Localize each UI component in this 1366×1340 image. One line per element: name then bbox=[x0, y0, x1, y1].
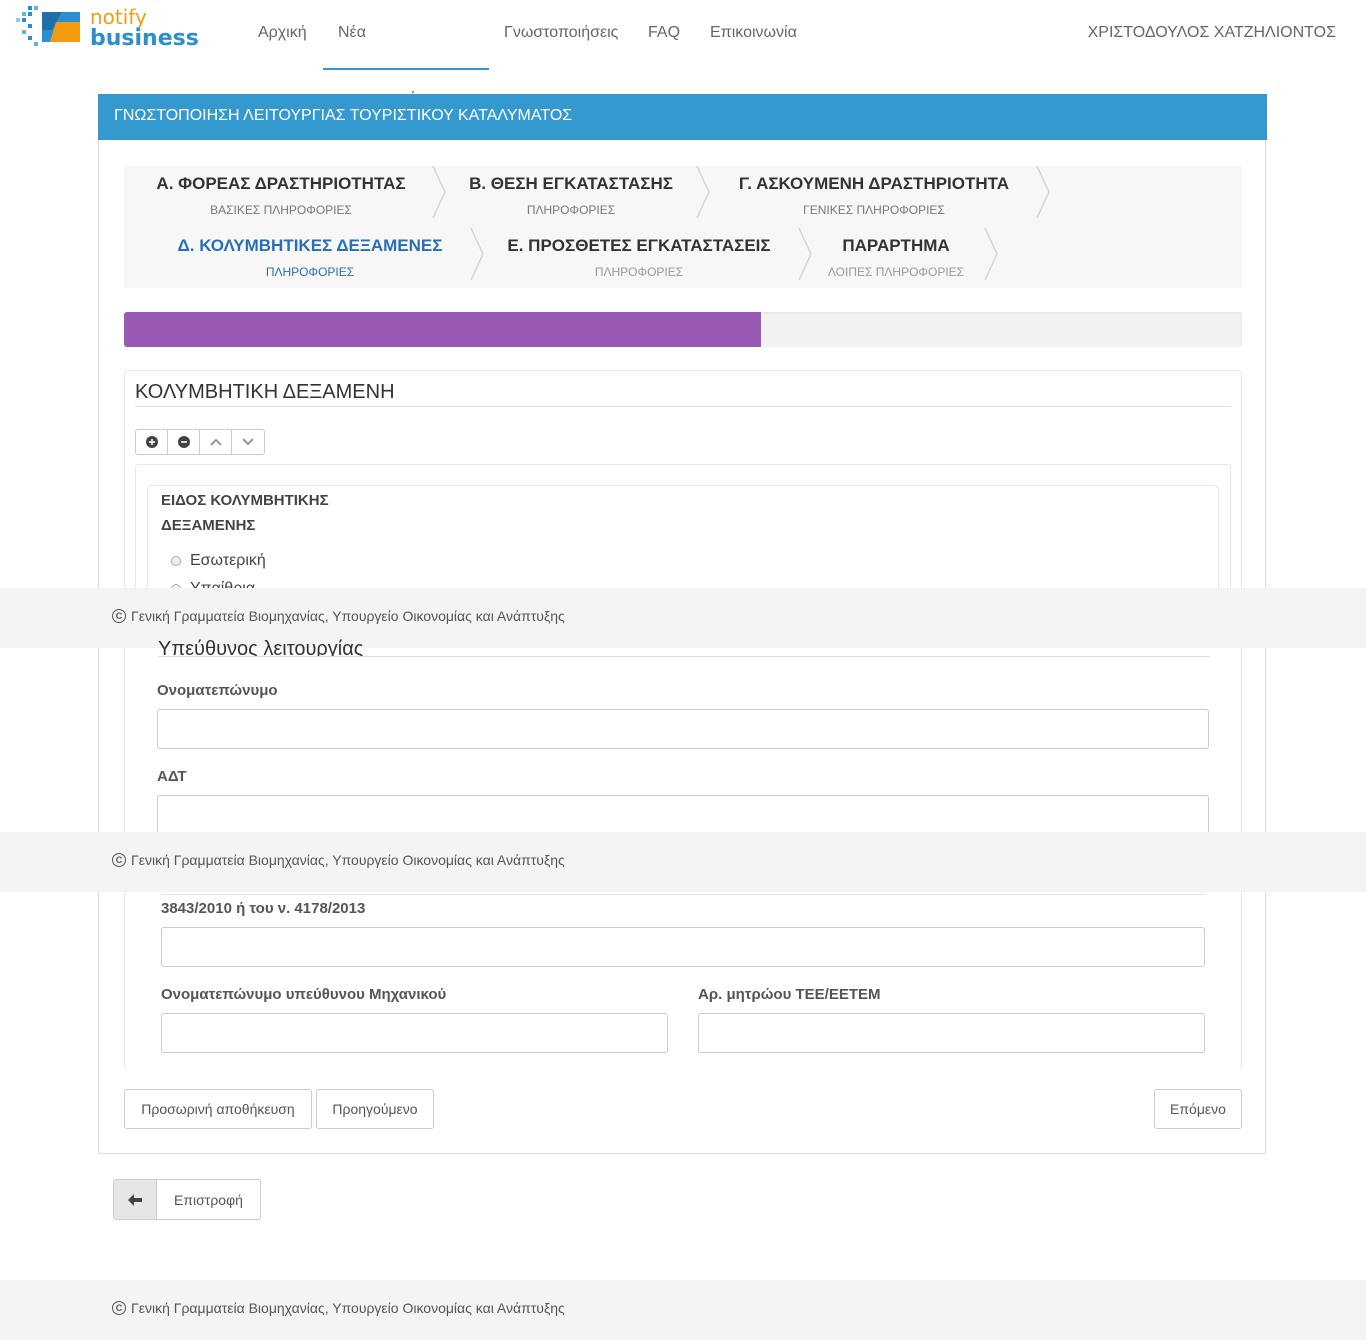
progress-track bbox=[124, 312, 1242, 347]
remove-item-button[interactable] bbox=[168, 430, 200, 454]
step-c[interactable]: Γ. ΑΣΚΟΥΜΕΝΗ ΔΡΑΣΤΗΡΙΟΤΗΤΑ ΓΕΝΙΚΕΣ ΠΛΗΡΟ… bbox=[718, 174, 1030, 217]
operator-id-label: ΑΔΤ bbox=[157, 768, 187, 785]
back-button-label: Επιστροφή bbox=[174, 1191, 243, 1208]
arrow-left-icon bbox=[114, 1180, 157, 1219]
step-e[interactable]: Ε. ΠΡΟΣΘΕΤΕΣ ΕΓΚΑΤΑΣΤΑΣΕΙΣ ΠΛΗΡΟΦΟΡΙΕΣ bbox=[490, 236, 788, 279]
previous-button[interactable]: Προηγούμενο bbox=[316, 1089, 434, 1129]
operator-name-input[interactable] bbox=[157, 709, 1209, 749]
step-title: Α. ΦΟΡΕΑΣ ΔΡΑΣΤΗΡΙΟΤΗΤΑΣ bbox=[156, 174, 406, 193]
step-separator-icon bbox=[432, 166, 446, 218]
brand-line2: business bbox=[90, 26, 199, 50]
radio-label: Υπαίθρια bbox=[190, 578, 255, 588]
engineer-name-label: Ονοματεπώνυμο υπεύθυνου Μηχανικού bbox=[161, 986, 447, 1003]
operator-name-label: Ονοματεπώνυμο bbox=[157, 682, 278, 699]
operator-id-input[interactable] bbox=[157, 795, 1209, 832]
nav-home[interactable]: Αρχική bbox=[258, 0, 307, 68]
step-appendix[interactable]: ΠΑΡΑΡΤΗΜΑ ΛΟΙΠΕΣ ΠΛΗΡΟΦΟΡΙΕΣ bbox=[818, 236, 974, 279]
engineer-reg-label: Αρ. μητρώου ΤΕΕ/ΕΕΤΕΜ bbox=[698, 986, 881, 1003]
step-b[interactable]: Β. ΘΕΣΗ ΕΓΚΑΤΑΣΤΑΣΗΣ ΠΛΗΡΟΦΟΡΙΕΣ bbox=[448, 174, 694, 217]
nav-contact[interactable]: Επικοινωνία bbox=[710, 0, 797, 68]
step-title: Γ. ΑΣΚΟΥΜΕΝΗ ΔΡΑΣΤΗΡΙΟΤΗΤΑ bbox=[738, 174, 1010, 193]
copyright-icon: C bbox=[112, 1301, 126, 1315]
operator-heading: Υπεύθυνος λειτουργίας bbox=[158, 628, 1210, 657]
engineer-name-input[interactable] bbox=[161, 1013, 668, 1053]
engineer-certificate-input[interactable] bbox=[161, 927, 1205, 967]
wizard-steps: Α. ΦΟΡΕΑΣ ΔΡΑΣΤΗΡΙΟΤΗΤΑΣ ΒΑΣΙΚΕΣ ΠΛΗΡΟΦΟ… bbox=[124, 166, 1242, 288]
step-separator-icon bbox=[1036, 166, 1050, 218]
step-subtitle: ΠΛΗΡΟΦΟΡΙΕΣ bbox=[265, 265, 355, 279]
panel-title: ΓΝΩΣΤΟΠΟΙΗΣΗ ΛΕΙΤΟΥΡΓΙΑΣ ΤΟΥΡΙΣΤΙΚΟΥ ΚΑΤ… bbox=[98, 94, 1267, 140]
progress-bar bbox=[124, 312, 762, 347]
move-down-button[interactable] bbox=[232, 430, 264, 454]
radio-indoor[interactable]: Εσωτερική bbox=[171, 552, 266, 570]
nav-new-notification[interactable]: Νέα γνωστοποίηση bbox=[323, 0, 489, 107]
page-footer: C Γενική Γραμματεία Βιομηχανίας, Υπουργε… bbox=[0, 1280, 1366, 1340]
step-separator-icon bbox=[984, 228, 998, 280]
radio-button[interactable] bbox=[171, 556, 181, 566]
step-title: Β. ΘΕΣΗ ΕΓΚΑΤΑΣΤΑΣΗΣ bbox=[469, 174, 673, 193]
section-title: ΚΟΛΥΜΒΗΤΙΚΗ ΔΕΞΑΜΕΝΗ bbox=[135, 381, 395, 403]
engineer-reg-input[interactable] bbox=[698, 1013, 1205, 1053]
radio-label: Εσωτερική bbox=[190, 552, 266, 569]
step-title: ΠΑΡΑΡΤΗΜΑ bbox=[842, 236, 950, 255]
save-draft-button[interactable]: Προσωρινή αποθήκευση bbox=[124, 1089, 312, 1129]
navbar: notify business Αρχική Νέα γνωστοποίηση … bbox=[0, 0, 1366, 107]
chevron-down-icon bbox=[242, 438, 254, 446]
pool-type-label-line2: ΔΕΞΑΜΕΝΗΣ bbox=[161, 517, 256, 534]
engineer-law-label: 3843/2010 ή του ν. 4178/2013 bbox=[161, 900, 366, 917]
footer-text: Γενική Γραμματεία Βιομηχανίας, Υπουργείο… bbox=[131, 608, 565, 624]
step-subtitle: ΠΛΗΡΟΦΟΡΙΕΣ bbox=[594, 265, 684, 279]
radio-outdoor[interactable]: Υπαίθρια bbox=[171, 578, 255, 588]
footer-text: Γενική Γραμματεία Βιομηχανίας, Υπουργείο… bbox=[131, 852, 565, 868]
minus-circle-icon bbox=[177, 436, 190, 448]
step-subtitle: ΛΟΙΠΕΣ ΠΛΗΡΟΦΟΡΙΕΣ bbox=[827, 265, 965, 279]
divider bbox=[135, 406, 1231, 407]
step-title: Ε. ΠΡΟΣΘΕΤΕΣ ΕΓΚΑΤΑΣΤΑΣΕΙΣ bbox=[507, 236, 771, 255]
step-d[interactable]: Δ. ΚΟΛΥΜΒΗΤΙΚΕΣ ΔΕΞΑΜΕΝΕΣ ΠΛΗΡΟΦΟΡΙΕΣ bbox=[158, 236, 462, 279]
operator-heading-text: Υπεύθυνος λειτουργίας bbox=[158, 638, 364, 657]
step-title: Δ. ΚΟΛΥΜΒΗΤΙΚΕΣ ΔΕΞΑΜΕΝΕΣ bbox=[177, 236, 443, 255]
footer-overlay: C Γενική Γραμματεία Βιομηχανίας, Υπουργε… bbox=[0, 832, 1366, 892]
pool-type-label-line1: ΕΙΔΟΣ ΚΟΛΥΜΒΗΤΙΚΗΣ bbox=[161, 492, 329, 509]
copyright-icon: C bbox=[112, 853, 126, 867]
move-up-button[interactable] bbox=[200, 430, 232, 454]
step-subtitle: ΓΕΝΙΚΕΣ ΠΛΗΡΟΦΟΡΙΕΣ bbox=[803, 203, 945, 217]
chevron-up-icon bbox=[209, 438, 222, 446]
nav-faq[interactable]: FAQ bbox=[648, 0, 680, 68]
pool-type-label: ΕΙΔΟΣ ΚΟΛΥΜΒΗΤΙΚΗΣ ΔΕΞΑΜΕΝΗΣ bbox=[161, 488, 329, 538]
step-subtitle: ΒΑΣΙΚΕΣ ΠΛΗΡΟΦΟΡΙΕΣ bbox=[210, 203, 352, 217]
nav-notifications[interactable]: Γνωστοποιήσεις bbox=[504, 0, 618, 68]
back-button[interactable]: Επιστροφή bbox=[113, 1179, 261, 1220]
array-toolbar bbox=[135, 429, 265, 455]
notify-business-logo[interactable]: notify business bbox=[14, 4, 234, 51]
plus-circle-icon bbox=[145, 436, 158, 448]
next-button[interactable]: Επόμενο bbox=[1154, 1089, 1242, 1129]
step-separator-icon bbox=[798, 228, 812, 280]
footer-text: Γενική Γραμματεία Βιομηχανίας, Υπουργείο… bbox=[131, 1300, 565, 1316]
user-menu[interactable]: ΧΡΙΣΤΟΔΟΥΛΟΣ ΧΑΤΖΗΛΙΟΝΤΟΣ bbox=[1088, 0, 1336, 66]
step-separator-icon bbox=[470, 228, 484, 280]
step-separator-icon bbox=[696, 166, 710, 218]
engineer-divider bbox=[161, 884, 1205, 895]
step-a[interactable]: Α. ΦΟΡΕΑΣ ΔΡΑΣΤΗΡΙΟΤΗΤΑΣ ΒΑΣΙΚΕΣ ΠΛΗΡΟΦΟ… bbox=[128, 174, 434, 217]
copyright-icon: C bbox=[112, 609, 126, 623]
step-subtitle: ΠΛΗΡΟΦΟΡΙΕΣ bbox=[526, 203, 616, 217]
add-item-button[interactable] bbox=[136, 430, 168, 454]
